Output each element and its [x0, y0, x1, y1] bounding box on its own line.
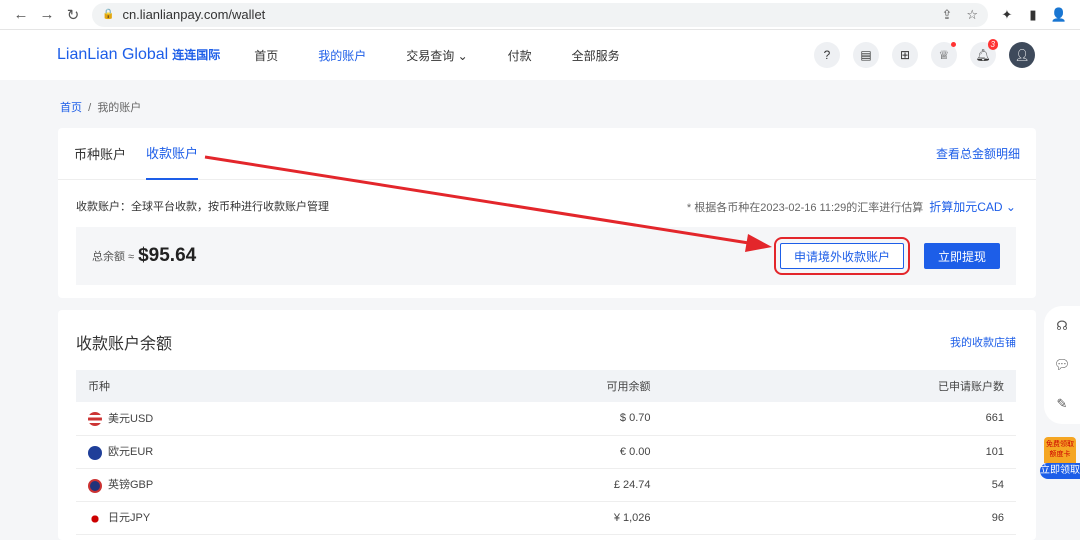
document-icon[interactable]: ▤	[853, 42, 879, 68]
floating-toolbar: ☊ 💬︎ ✎	[1044, 306, 1080, 424]
breadcrumb: 首页 / 我的账户	[0, 80, 1080, 115]
menu-all-services[interactable]: 全部服务	[572, 47, 620, 64]
site-header: LianLian Global 连连国际 首页 我的账户 交易查询 ⌄ 付款 全部…	[0, 30, 1080, 80]
table-row[interactable]: 英镑GBP £ 24.74 54	[76, 468, 1016, 502]
sidepanel-icon[interactable]: ▮	[1020, 7, 1046, 23]
headset-icon[interactable]: ☊	[1056, 318, 1068, 334]
star-icon[interactable]: ☆	[966, 7, 978, 23]
store-link[interactable]: 我的收款店铺	[950, 334, 1016, 354]
apply-account-button[interactable]: 申请境外收款账户	[773, 237, 910, 275]
back-icon[interactable]: ←	[8, 6, 34, 23]
tab-receiving-account[interactable]: 收款账户	[146, 128, 199, 180]
table-row[interactable]: 美元USD $ 0.70 661	[76, 402, 1016, 436]
help-icon[interactable]: ?	[814, 42, 840, 68]
logo[interactable]: LianLian Global 连连国际	[57, 46, 220, 64]
col-amount: 可用余额	[299, 370, 791, 402]
balances-card: 收款账户余额 我的收款店铺 币种 可用余额 已申请账户数 美元USD $ 0.70 661…	[58, 310, 1036, 540]
main-menu: 首页 我的账户 交易查询 ⌄ 付款 全部服务	[254, 47, 619, 64]
currency-convert-dropdown[interactable]: 折算加元CAD ⌄	[929, 200, 1016, 214]
amount: $ 0.70	[299, 402, 791, 436]
breadcrumb-current: 我的账户	[97, 102, 142, 114]
breadcrumb-home[interactable]: 首页	[60, 102, 82, 114]
menu-transactions[interactable]: 交易查询 ⌄	[406, 47, 467, 64]
reload-icon[interactable]: ↻	[60, 6, 86, 24]
count: 96	[790, 501, 1016, 535]
promo-widget[interactable]: 免费领取额度卡 立即领取	[1040, 437, 1080, 485]
balance-value: $95.64	[138, 245, 197, 266]
crown-icon[interactable]: ♕	[931, 42, 957, 68]
pencil-icon[interactable]: ✎	[1057, 396, 1068, 412]
currency-name: 欧元EUR	[108, 446, 154, 459]
balances-table: 币种 可用余额 已申请账户数 美元USD $ 0.70 661 欧元EUR € 0.00 1…	[76, 370, 1016, 535]
profile-icon[interactable]: 👤	[1046, 7, 1072, 23]
bell-icon[interactable]: 🔔︎ 3	[970, 39, 998, 68]
eu-flag-icon	[88, 445, 102, 460]
menu-my-account[interactable]: 我的账户	[318, 47, 366, 64]
balance-box: 总余额 ≈ $95.64 申请境外收款账户 立即提现	[76, 227, 1016, 285]
table-row[interactable]: 日元JPY ¥ 1,026 96	[76, 501, 1016, 535]
logo-cn: 连连国际	[172, 48, 221, 62]
extensions-icon[interactable]: ✦	[994, 7, 1020, 23]
currency-name: 英镑GBP	[108, 479, 154, 492]
amount: £ 24.74	[299, 468, 791, 502]
balance-label: 总余额 ≈	[92, 251, 135, 263]
currency-name: 美元USD	[108, 413, 154, 426]
account-desc: 收款账户：全球平台收款，按币种进行收款账户管理	[76, 201, 329, 213]
breadcrumb-sep: /	[88, 102, 92, 114]
promo-title: 免费领取额度卡	[1044, 437, 1076, 463]
balances-title: 收款账户余额	[76, 336, 173, 353]
menu-payment[interactable]: 付款	[508, 47, 532, 64]
uk-flag-icon	[88, 478, 102, 493]
lock-icon: 🔒	[102, 9, 115, 20]
col-count: 已申请账户数	[790, 370, 1016, 402]
jp-flag-icon	[88, 511, 102, 526]
tab-currency-account[interactable]: 币种账户	[74, 144, 126, 163]
count: 54	[790, 468, 1016, 502]
menu-home[interactable]: 首页	[254, 47, 278, 64]
us-flag-icon	[88, 412, 102, 427]
col-currency: 币种	[76, 370, 300, 402]
logo-text: LianLian Global	[57, 46, 169, 63]
withdraw-button[interactable]: 立即提现	[923, 243, 1000, 269]
amount: ¥ 1,026	[299, 501, 791, 535]
address-bar[interactable]: 🔒 cn.lianlianpay.com/wallet ⇪ ☆	[92, 2, 988, 27]
avatar[interactable]: 👤︎	[1009, 42, 1035, 68]
rate-note: * 根据各币种在2023-02-16 11:29的汇率进行估算	[686, 202, 924, 214]
menu-transactions-label: 交易查询	[406, 48, 455, 63]
forward-icon[interactable]: →	[34, 6, 60, 23]
browser-toolbar: ← → ↻ 🔒 cn.lianlianpay.com/wallet ⇪ ☆ ✦ ▮ 👤	[0, 0, 1080, 30]
url-text: cn.lianlianpay.com/wallet	[122, 7, 266, 22]
gift-icon[interactable]: ⊞	[892, 42, 918, 68]
notif-badge: 3	[987, 39, 998, 50]
currency-name: 日元JPY	[108, 512, 151, 525]
account-card: 币种账户 收款账户 查看总金额明细 收款账户：全球平台收款，按币种进行收款账户管…	[58, 128, 1036, 298]
table-row[interactable]: 欧元EUR € 0.00 101	[76, 435, 1016, 469]
promo-button[interactable]: 立即领取	[1040, 463, 1080, 479]
count: 661	[790, 402, 1016, 436]
count: 101	[790, 435, 1016, 469]
total-details-link[interactable]: 查看总金额明细	[936, 145, 1020, 162]
amount: € 0.00	[299, 435, 791, 469]
share-icon[interactable]: ⇪	[941, 7, 952, 23]
chat-icon[interactable]: 💬︎	[1054, 357, 1071, 373]
